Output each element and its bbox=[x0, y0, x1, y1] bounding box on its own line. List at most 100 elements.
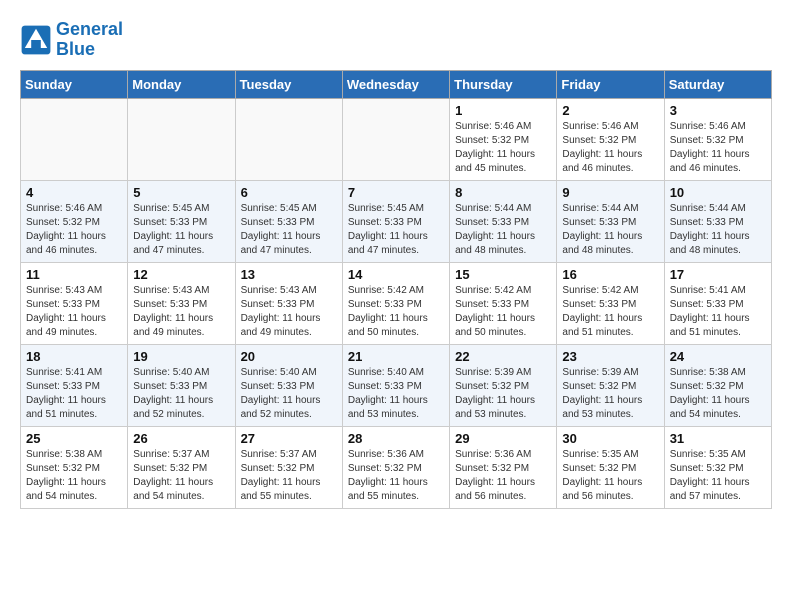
day-number: 14 bbox=[348, 267, 444, 282]
day-number: 13 bbox=[241, 267, 337, 282]
calendar-cell: 16 Sunrise: 5:42 AM Sunset: 5:33 PM Dayli… bbox=[557, 262, 664, 344]
calendar-cell: 15 Sunrise: 5:42 AM Sunset: 5:33 PM Dayli… bbox=[450, 262, 557, 344]
calendar-week-row: 1 Sunrise: 5:46 AM Sunset: 5:32 PM Daylig… bbox=[21, 98, 772, 180]
day-info: Sunrise: 5:37 AM Sunset: 5:32 PM Dayligh… bbox=[241, 448, 337, 504]
calendar-cell: 29 Sunrise: 5:36 AM Sunset: 5:32 PM Dayli… bbox=[450, 426, 557, 508]
day-info: Sunrise: 5:42 AM Sunset: 5:33 PM Dayligh… bbox=[562, 284, 658, 340]
day-info: Sunrise: 5:37 AM Sunset: 5:32 PM Dayligh… bbox=[133, 448, 229, 504]
day-info: Sunrise: 5:43 AM Sunset: 5:33 PM Dayligh… bbox=[133, 284, 229, 340]
day-info: Sunrise: 5:44 AM Sunset: 5:33 PM Dayligh… bbox=[670, 202, 766, 258]
day-info: Sunrise: 5:39 AM Sunset: 5:32 PM Dayligh… bbox=[562, 366, 658, 422]
page-header: General Blue bbox=[20, 20, 772, 60]
day-info: Sunrise: 5:44 AM Sunset: 5:33 PM Dayligh… bbox=[562, 202, 658, 258]
day-info: Sunrise: 5:38 AM Sunset: 5:32 PM Dayligh… bbox=[26, 448, 122, 504]
calendar-cell bbox=[235, 98, 342, 180]
day-info: Sunrise: 5:40 AM Sunset: 5:33 PM Dayligh… bbox=[348, 366, 444, 422]
calendar-cell: 20Sunrise: 5:40 AM Sunset: 5:33 PM Dayli… bbox=[235, 344, 342, 426]
calendar-cell: 22 Sunrise: 5:39 AM Sunset: 5:32 PM Dayli… bbox=[450, 344, 557, 426]
calendar-table: SundayMondayTuesdayWednesdayThursdayFrid… bbox=[20, 70, 772, 509]
calendar-cell: 8 Sunrise: 5:44 AM Sunset: 5:33 PM Daylig… bbox=[450, 180, 557, 262]
calendar-week-row: 25 Sunrise: 5:38 AM Sunset: 5:32 PM Dayli… bbox=[21, 426, 772, 508]
calendar-cell: 31 Sunrise: 5:35 AM Sunset: 5:32 PM Dayli… bbox=[664, 426, 771, 508]
day-info: Sunrise: 5:41 AM Sunset: 5:33 PM Dayligh… bbox=[670, 284, 766, 340]
day-number: 29 bbox=[455, 431, 551, 446]
day-number: 2 bbox=[562, 103, 658, 118]
calendar-cell: 18 Sunrise: 5:41 AM Sunset: 5:33 PM Dayli… bbox=[21, 344, 128, 426]
day-number: 16 bbox=[562, 267, 658, 282]
day-number: 25 bbox=[26, 431, 122, 446]
day-info: Sunrise: 5:43 AM Sunset: 5:33 PM Dayligh… bbox=[241, 284, 337, 340]
calendar-cell bbox=[342, 98, 449, 180]
day-number: 7 bbox=[348, 185, 444, 200]
day-of-week-header: Saturday bbox=[664, 70, 771, 98]
day-of-week-header: Thursday bbox=[450, 70, 557, 98]
calendar-header-row: SundayMondayTuesdayWednesdayThursdayFrid… bbox=[21, 70, 772, 98]
day-number: 21 bbox=[348, 349, 444, 364]
day-info: Sunrise: 5:36 AM Sunset: 5:32 PM Dayligh… bbox=[455, 448, 551, 504]
day-info: Sunrise: 5:46 AM Sunset: 5:32 PM Dayligh… bbox=[670, 120, 766, 176]
calendar-cell: 3 Sunrise: 5:46 AM Sunset: 5:32 PM Daylig… bbox=[664, 98, 771, 180]
day-number: 4 bbox=[26, 185, 122, 200]
calendar-cell: 12 Sunrise: 5:43 AM Sunset: 5:33 PM Dayli… bbox=[128, 262, 235, 344]
day-number: 24 bbox=[670, 349, 766, 364]
calendar-cell: 2 Sunrise: 5:46 AM Sunset: 5:32 PM Daylig… bbox=[557, 98, 664, 180]
calendar-week-row: 18 Sunrise: 5:41 AM Sunset: 5:33 PM Dayli… bbox=[21, 344, 772, 426]
calendar-cell: 25 Sunrise: 5:38 AM Sunset: 5:32 PM Dayli… bbox=[21, 426, 128, 508]
day-info: Sunrise: 5:42 AM Sunset: 5:33 PM Dayligh… bbox=[348, 284, 444, 340]
day-number: 30 bbox=[562, 431, 658, 446]
day-of-week-header: Sunday bbox=[21, 70, 128, 98]
day-info: Sunrise: 5:35 AM Sunset: 5:32 PM Dayligh… bbox=[670, 448, 766, 504]
calendar-cell: 7 Sunrise: 5:45 AM Sunset: 5:33 PM Daylig… bbox=[342, 180, 449, 262]
calendar-cell: 24 Sunrise: 5:38 AM Sunset: 5:32 PM Dayli… bbox=[664, 344, 771, 426]
calendar-cell: 26 Sunrise: 5:37 AM Sunset: 5:32 PM Dayli… bbox=[128, 426, 235, 508]
day-number: 23 bbox=[562, 349, 658, 364]
calendar-cell: 23 Sunrise: 5:39 AM Sunset: 5:32 PM Dayli… bbox=[557, 344, 664, 426]
day-of-week-header: Monday bbox=[128, 70, 235, 98]
calendar-cell: 1Sunrise: 5:46 AM Sunset: 5:32 PM Daylig… bbox=[450, 98, 557, 180]
day-number: 22 bbox=[455, 349, 551, 364]
calendar-cell: 19Sunrise: 5:40 AM Sunset: 5:33 PM Dayli… bbox=[128, 344, 235, 426]
day-number: 10 bbox=[670, 185, 766, 200]
day-number: 26 bbox=[133, 431, 229, 446]
calendar-week-row: 11Sunrise: 5:43 AM Sunset: 5:33 PM Dayli… bbox=[21, 262, 772, 344]
day-info: Sunrise: 5:35 AM Sunset: 5:32 PM Dayligh… bbox=[562, 448, 658, 504]
logo-icon bbox=[20, 24, 52, 56]
day-number: 3 bbox=[670, 103, 766, 118]
day-number: 31 bbox=[670, 431, 766, 446]
day-number: 8 bbox=[455, 185, 551, 200]
calendar-cell: 10 Sunrise: 5:44 AM Sunset: 5:33 PM Dayli… bbox=[664, 180, 771, 262]
day-number: 12 bbox=[133, 267, 229, 282]
day-info: Sunrise: 5:45 AM Sunset: 5:33 PM Dayligh… bbox=[133, 202, 229, 258]
calendar-cell: 4Sunrise: 5:46 AM Sunset: 5:32 PM Daylig… bbox=[21, 180, 128, 262]
day-info: Sunrise: 5:40 AM Sunset: 5:33 PM Dayligh… bbox=[133, 366, 229, 422]
calendar-cell: 27 Sunrise: 5:37 AM Sunset: 5:32 PM Dayli… bbox=[235, 426, 342, 508]
day-number: 18 bbox=[26, 349, 122, 364]
day-number: 6 bbox=[241, 185, 337, 200]
day-number: 17 bbox=[670, 267, 766, 282]
calendar-cell: 28 Sunrise: 5:36 AM Sunset: 5:32 PM Dayli… bbox=[342, 426, 449, 508]
day-number: 9 bbox=[562, 185, 658, 200]
day-info: Sunrise: 5:40 AM Sunset: 5:33 PM Dayligh… bbox=[241, 366, 337, 422]
day-info: Sunrise: 5:45 AM Sunset: 5:33 PM Dayligh… bbox=[348, 202, 444, 258]
day-info: Sunrise: 5:42 AM Sunset: 5:33 PM Dayligh… bbox=[455, 284, 551, 340]
calendar-cell: 11Sunrise: 5:43 AM Sunset: 5:33 PM Dayli… bbox=[21, 262, 128, 344]
day-info: Sunrise: 5:44 AM Sunset: 5:33 PM Dayligh… bbox=[455, 202, 551, 258]
day-info: Sunrise: 5:39 AM Sunset: 5:32 PM Dayligh… bbox=[455, 366, 551, 422]
day-number: 1 bbox=[455, 103, 551, 118]
day-number: 28 bbox=[348, 431, 444, 446]
day-number: 15 bbox=[455, 267, 551, 282]
day-of-week-header: Friday bbox=[557, 70, 664, 98]
calendar-cell: 9 Sunrise: 5:44 AM Sunset: 5:33 PM Daylig… bbox=[557, 180, 664, 262]
calendar-cell: 14 Sunrise: 5:42 AM Sunset: 5:33 PM Dayli… bbox=[342, 262, 449, 344]
calendar-cell: 5Sunrise: 5:45 AM Sunset: 5:33 PM Daylig… bbox=[128, 180, 235, 262]
day-info: Sunrise: 5:36 AM Sunset: 5:32 PM Dayligh… bbox=[348, 448, 444, 504]
calendar-cell bbox=[128, 98, 235, 180]
calendar-cell: 13 Sunrise: 5:43 AM Sunset: 5:33 PM Dayli… bbox=[235, 262, 342, 344]
day-number: 27 bbox=[241, 431, 337, 446]
day-info: Sunrise: 5:38 AM Sunset: 5:32 PM Dayligh… bbox=[670, 366, 766, 422]
logo: General Blue bbox=[20, 20, 123, 60]
day-info: Sunrise: 5:46 AM Sunset: 5:32 PM Dayligh… bbox=[562, 120, 658, 176]
day-info: Sunrise: 5:41 AM Sunset: 5:33 PM Dayligh… bbox=[26, 366, 122, 422]
calendar-week-row: 4Sunrise: 5:46 AM Sunset: 5:32 PM Daylig… bbox=[21, 180, 772, 262]
calendar-cell: 17 Sunrise: 5:41 AM Sunset: 5:33 PM Dayli… bbox=[664, 262, 771, 344]
